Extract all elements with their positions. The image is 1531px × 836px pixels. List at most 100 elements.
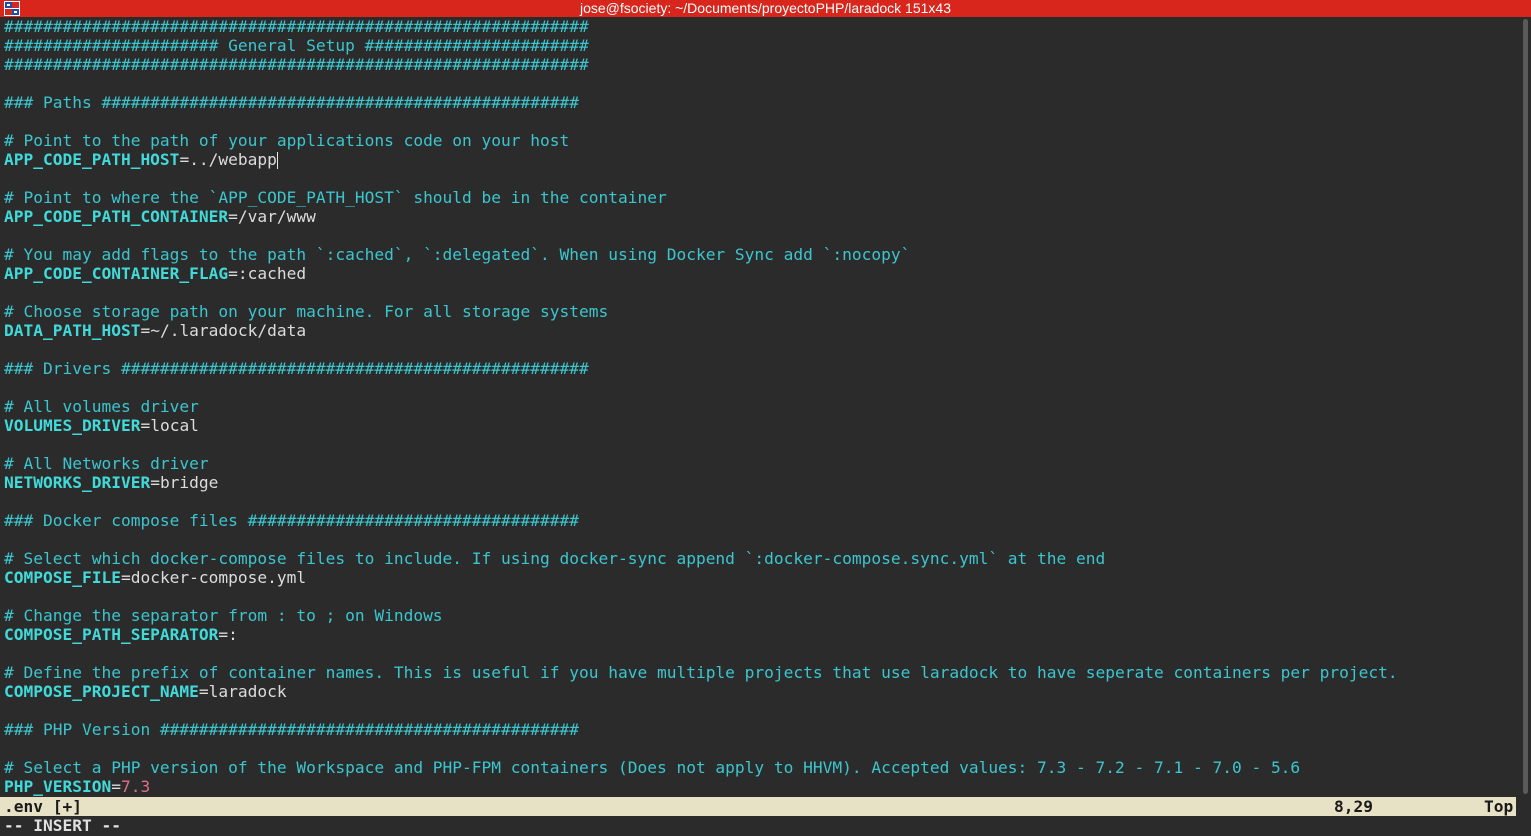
env-value: ~/.laradock/data (150, 321, 307, 340)
scrollbar-thumb[interactable] (1523, 19, 1528, 794)
vertical-scrollbar[interactable] (1520, 17, 1531, 796)
env-key: DATA_PATH_HOST (4, 321, 141, 340)
env-value: /var/www (237, 207, 316, 226)
comment-text: # Select a PHP version of the Workspace … (4, 758, 1301, 777)
text-cursor (276, 152, 278, 169)
comment-line: ### Docker compose files ###############… (0, 511, 1520, 530)
equals-sign: = (120, 568, 131, 587)
equals-sign: = (140, 321, 151, 340)
comment-line: ### PHP Version ########################… (0, 720, 1520, 739)
equals-sign: = (179, 150, 190, 169)
comment-line: # Select a PHP version of the Workspace … (0, 758, 1520, 777)
env-key: COMPOSE_PATH_SEPARATOR (4, 625, 219, 644)
env-value: : (228, 625, 238, 644)
comment-line: ### Drivers ############################… (0, 359, 1520, 378)
env-key: COMPOSE_FILE (4, 568, 121, 587)
window-title: jose@fsociety: ~/Documents/proyectoPHP/l… (579, 0, 951, 16)
status-cursor-position: 8,29 (1334, 797, 1373, 816)
terminal-icon[interactable] (4, 1, 20, 16)
env-variable-line: NETWORKS_DRIVER=bridge (0, 473, 1520, 492)
comment-text: # Choose storage path on your machine. F… (4, 302, 609, 321)
comment-line: # Define the prefix of container names. … (0, 663, 1520, 682)
env-key: VOLUMES_DRIVER (4, 416, 141, 435)
vim-editor-buffer[interactable]: ########################################… (0, 17, 1520, 796)
comment-line: # All volumes driver (0, 397, 1520, 416)
comment-text: ### Docker compose files ###############… (4, 511, 579, 530)
env-value: laradock (208, 682, 287, 701)
env-variable-line: COMPOSE_PROJECT_NAME=laradock (0, 682, 1520, 701)
equals-sign: = (228, 264, 238, 283)
env-key: APP_CODE_PATH_CONTAINER (4, 207, 229, 226)
env-key: APP_CODE_PATH_HOST (4, 150, 180, 169)
env-variable-line: COMPOSE_PATH_SEPARATOR=: (0, 625, 1520, 644)
equals-sign: = (111, 777, 121, 796)
env-variable-line: DATA_PATH_HOST=~/.laradock/data (0, 321, 1520, 340)
comment-text: # You may add flags to the path `:cached… (4, 245, 911, 264)
env-value: docker-compose.yml (130, 568, 307, 587)
comment-text: ########################################… (4, 55, 589, 74)
comment-text: # Change the separator from : to ; on Wi… (4, 606, 443, 625)
env-value: bridge (159, 473, 219, 492)
env-variable-line: APP_CODE_PATH_HOST=../webapp (0, 150, 1520, 169)
comment-line: ### Paths ##############################… (0, 93, 1520, 112)
comment-text: # All volumes driver (4, 397, 199, 416)
vim-statusline: .env [+] 8,29 Top (0, 797, 1516, 816)
comment-line: # Point to where the `APP_CODE_PATH_HOST… (0, 188, 1520, 207)
comment-line: ########################################… (0, 55, 1520, 74)
status-filename: .env [+] (4, 797, 82, 816)
comment-text: ### Drivers ############################… (4, 359, 589, 378)
env-value: 7.3 (120, 777, 151, 796)
comment-line: ###################### General Setup ###… (0, 36, 1520, 55)
comment-line: # Point to the path of your applications… (0, 131, 1520, 150)
env-variable-line: APP_CODE_CONTAINER_FLAG=:cached (0, 264, 1520, 283)
comment-line: # Change the separator from : to ; on Wi… (0, 606, 1520, 625)
env-value: ../webapp (189, 150, 277, 169)
env-key: PHP_VERSION (4, 777, 112, 796)
env-variable-line: PHP_VERSION=7.3 (0, 777, 1520, 796)
comment-text: ### Paths ##############################… (4, 93, 579, 112)
comment-text: ########################################… (4, 17, 589, 36)
comment-text: # Select which docker-compose files to i… (4, 549, 1106, 568)
equals-sign: = (228, 207, 238, 226)
comment-text: # Point to the path of your applications… (4, 131, 570, 150)
equals-sign: = (198, 682, 209, 701)
env-key: COMPOSE_PROJECT_NAME (4, 682, 199, 701)
comment-line: # Select which docker-compose files to i… (0, 549, 1520, 568)
comment-text: # Define the prefix of container names. … (4, 663, 1398, 682)
env-value: :cached (237, 264, 307, 283)
comment-line: # You may add flags to the path `:cached… (0, 245, 1520, 264)
equals-sign: = (218, 625, 229, 644)
env-value: local (150, 416, 199, 435)
env-key: NETWORKS_DRIVER (4, 473, 151, 492)
env-key: APP_CODE_CONTAINER_FLAG (4, 264, 229, 283)
env-variable-line: APP_CODE_PATH_CONTAINER=/var/www (0, 207, 1520, 226)
window-titlebar[interactable]: jose@fsociety: ~/Documents/proyectoPHP/l… (0, 0, 1531, 17)
vim-mode-indicator: -- INSERT -- (0, 816, 1531, 836)
comment-text: # Point to where the `APP_CODE_PATH_HOST… (4, 188, 667, 207)
comment-line: # All Networks driver (0, 454, 1520, 473)
comment-text: # All Networks driver (4, 454, 209, 473)
comment-line: # Choose storage path on your machine. F… (0, 302, 1520, 321)
equals-sign: = (140, 416, 151, 435)
equals-sign: = (150, 473, 160, 492)
comment-text: ###################### General Setup ###… (4, 36, 589, 55)
comment-text: ### PHP Version ########################… (4, 720, 579, 739)
env-variable-line: COMPOSE_FILE=docker-compose.yml (0, 568, 1520, 587)
env-variable-line: VOLUMES_DRIVER=local (0, 416, 1520, 435)
comment-line: ########################################… (0, 17, 1520, 36)
status-scroll-position: Top (1484, 797, 1514, 816)
